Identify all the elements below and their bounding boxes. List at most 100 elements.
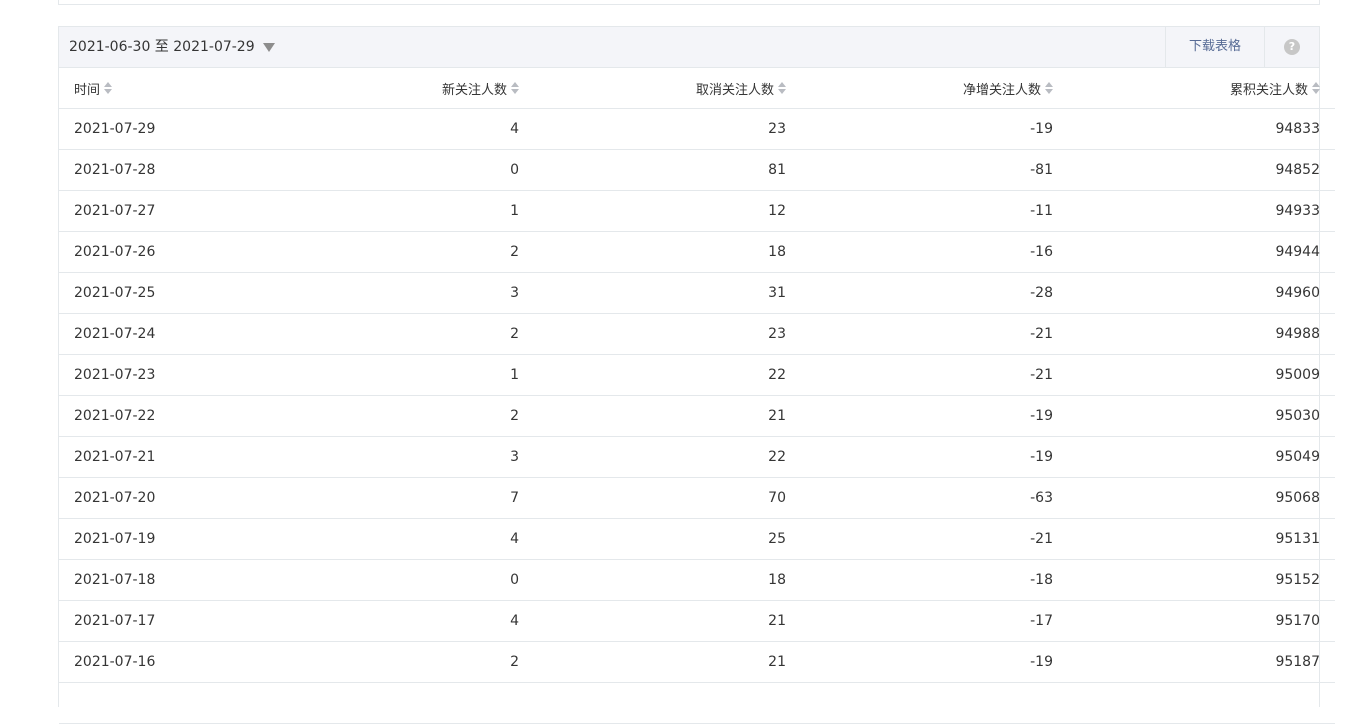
cell-unfollows: [534, 682, 801, 724]
cell-unfollows: 25: [534, 518, 801, 560]
column-header-label: 净增关注人数: [962, 82, 1041, 98]
column-header-label: 累积关注人数: [1229, 82, 1308, 98]
date-range-label: 2021-06-30 至 2021-07-29: [69, 39, 255, 55]
table-row: 2021-07-23 1 22 -21 95009: [59, 354, 1335, 396]
column-header-label: 新关注人数: [441, 82, 507, 98]
table-row: 2021-07-28 0 81 -81 94852: [59, 149, 1335, 191]
column-header-label: 取消关注人数: [695, 82, 774, 98]
table-row: 2021-07-16 2 21 -19 95187: [59, 641, 1335, 683]
cell-unfollows: 21: [534, 395, 801, 437]
cell-cumulative: 94852: [1068, 149, 1335, 191]
column-header-unfollows[interactable]: 取消关注人数: [534, 68, 801, 109]
table-row: [59, 682, 1335, 724]
sort-icon[interactable]: [1045, 82, 1053, 94]
cell-new-followers: 3: [289, 436, 534, 478]
cell-unfollows: 18: [534, 559, 801, 601]
cell-new-followers: 1: [289, 354, 534, 396]
cell-cumulative: 95009: [1068, 354, 1335, 396]
cell-date: 2021-07-28: [59, 149, 289, 191]
cell-net-growth: -19: [801, 108, 1068, 150]
cell-cumulative: 94833: [1068, 108, 1335, 150]
sort-icon[interactable]: [778, 82, 786, 94]
cell-cumulative: 94933: [1068, 190, 1335, 232]
table-row: 2021-07-17 4 21 -17 95170: [59, 600, 1335, 642]
cell-net-growth: -19: [801, 641, 1068, 683]
cell-cumulative: 95131: [1068, 518, 1335, 560]
cell-net-growth: -17: [801, 600, 1068, 642]
cell-new-followers: [289, 682, 534, 724]
cell-cumulative: 95068: [1068, 477, 1335, 519]
sort-icon[interactable]: [511, 82, 519, 94]
cell-cumulative: 95152: [1068, 559, 1335, 601]
cell-date: 2021-07-18: [59, 559, 289, 601]
cell-date: 2021-07-29: [59, 108, 289, 150]
cell-date: 2021-07-27: [59, 190, 289, 232]
cell-net-growth: -81: [801, 149, 1068, 191]
cell-net-growth: -18: [801, 559, 1068, 601]
sort-icon[interactable]: [104, 82, 113, 94]
cell-new-followers: 0: [289, 559, 534, 601]
stats-table-panel: 2021-06-30 至 2021-07-29 下载表格 ? 时间 新关注人数 …: [58, 26, 1335, 724]
cell-net-growth: -19: [801, 395, 1068, 437]
cell-cumulative: 95170: [1068, 600, 1335, 642]
download-table-button[interactable]: 下载表格: [1165, 27, 1265, 67]
cell-date: 2021-07-20: [59, 477, 289, 519]
cell-date: 2021-07-25: [59, 272, 289, 314]
column-header-cumulative[interactable]: 累积关注人数: [1068, 68, 1335, 109]
cell-new-followers: 4: [289, 600, 534, 642]
cell-unfollows: 22: [534, 354, 801, 396]
cell-date: 2021-07-21: [59, 436, 289, 478]
cell-cumulative: 95049: [1068, 436, 1335, 478]
question-circle-icon[interactable]: ?: [1284, 39, 1300, 55]
cell-net-growth: -21: [801, 518, 1068, 560]
column-header-date[interactable]: 时间: [59, 68, 289, 109]
cell-unfollows: 18: [534, 231, 801, 273]
column-header-label: 时间: [74, 82, 101, 98]
cell-unfollows: 23: [534, 108, 801, 150]
top-panel: [58, 0, 1320, 5]
cell-new-followers: 0: [289, 149, 534, 191]
cell-unfollows: 21: [534, 600, 801, 642]
cell-date: 2021-07-19: [59, 518, 289, 560]
cell-cumulative: 94944: [1068, 231, 1335, 273]
cell-unfollows: 70: [534, 477, 801, 519]
cell-unfollows: 81: [534, 149, 801, 191]
cell-new-followers: 3: [289, 272, 534, 314]
cell-date: 2021-07-23: [59, 354, 289, 396]
cell-unfollows: 22: [534, 436, 801, 478]
cell-date: 2021-07-17: [59, 600, 289, 642]
cell-net-growth: -21: [801, 313, 1068, 355]
table-row: 2021-07-22 2 21 -19 95030: [59, 395, 1335, 437]
cell-new-followers: 7: [289, 477, 534, 519]
cell-date: 2021-07-24: [59, 313, 289, 355]
cell-new-followers: 2: [289, 395, 534, 437]
cell-new-followers: 4: [289, 108, 534, 150]
cell-net-growth: -21: [801, 354, 1068, 396]
table-row: 2021-07-20 7 70 -63 95068: [59, 477, 1335, 519]
table-row: 2021-07-18 0 18 -18 95152: [59, 559, 1335, 601]
date-range-picker[interactable]: 2021-06-30 至 2021-07-29: [69, 27, 275, 67]
cell-date: [59, 682, 289, 724]
cell-date: 2021-07-26: [59, 231, 289, 273]
table-row: 2021-07-29 4 23 -19 94833: [59, 108, 1335, 150]
cell-cumulative: 94960: [1068, 272, 1335, 314]
cell-net-growth: [801, 682, 1068, 724]
cell-new-followers: 1: [289, 190, 534, 232]
cell-cumulative: [1068, 682, 1335, 724]
table-header-row: 时间 新关注人数 取消关注人数 净增关注人数 累积关注人数: [59, 68, 1335, 109]
table-row: 2021-07-24 2 23 -21 94988: [59, 313, 1335, 355]
cell-net-growth: -11: [801, 190, 1068, 232]
cell-date: 2021-07-22: [59, 395, 289, 437]
cell-unfollows: 21: [534, 641, 801, 683]
cell-net-growth: -63: [801, 477, 1068, 519]
table-row: 2021-07-27 1 12 -11 94933: [59, 190, 1335, 232]
column-header-net-growth[interactable]: 净增关注人数: [801, 68, 1068, 109]
table-row: 2021-07-25 3 31 -28 94960: [59, 272, 1335, 314]
sort-icon[interactable]: [1312, 82, 1320, 94]
cell-cumulative: 94988: [1068, 313, 1335, 355]
cell-unfollows: 31: [534, 272, 801, 314]
cell-net-growth: -28: [801, 272, 1068, 314]
stats-table: 时间 新关注人数 取消关注人数 净增关注人数 累积关注人数 2021-07-29: [59, 68, 1335, 724]
caret-down-icon: [262, 43, 275, 52]
column-header-new-followers[interactable]: 新关注人数: [289, 68, 534, 109]
